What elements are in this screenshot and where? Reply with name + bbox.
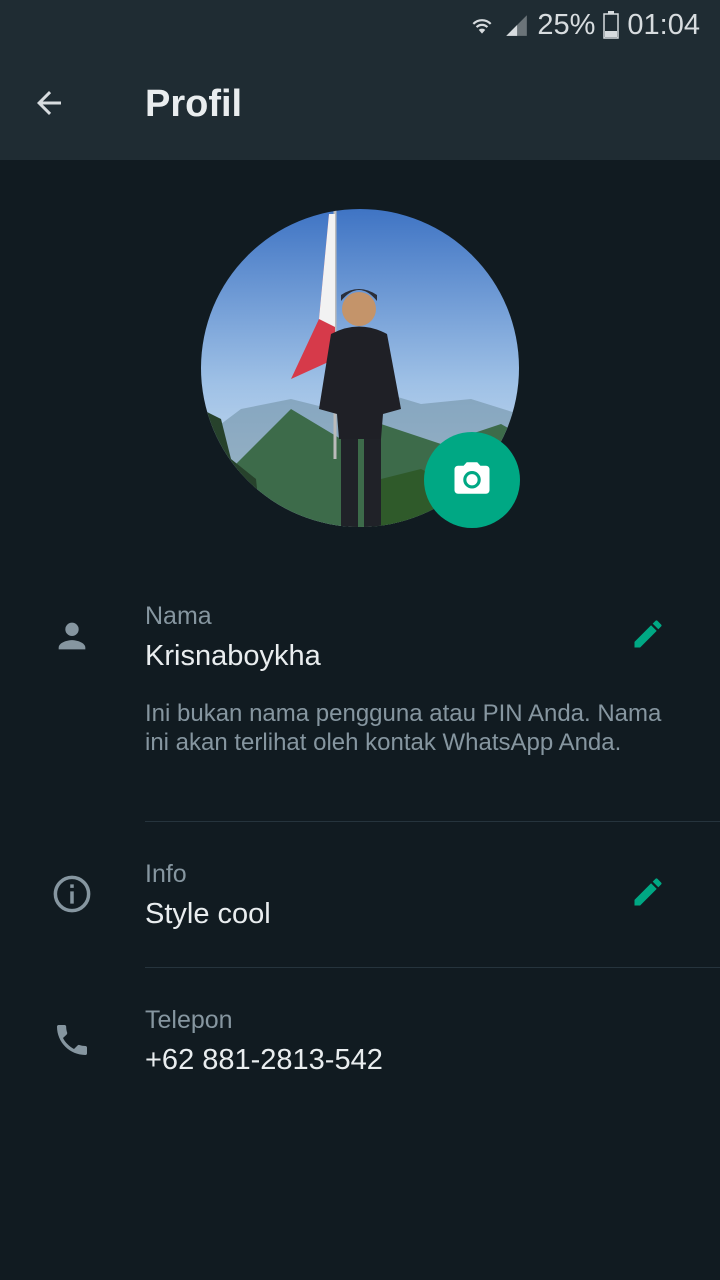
pencil-icon xyxy=(630,874,666,915)
arrow-back-icon xyxy=(31,85,67,126)
status-bar: 25% 01:04 xyxy=(0,0,720,50)
edit-name-button[interactable] xyxy=(626,614,670,658)
change-photo-button[interactable] xyxy=(424,432,520,528)
battery-text: 25% xyxy=(537,8,596,41)
person-icon xyxy=(50,614,94,658)
edit-info-button[interactable] xyxy=(626,872,670,916)
wifi-icon xyxy=(469,12,495,38)
signal-icon xyxy=(503,12,529,38)
name-label: Nama xyxy=(145,602,212,630)
divider xyxy=(145,967,720,968)
back-button[interactable] xyxy=(22,78,76,132)
info-value[interactable]: Style cool xyxy=(145,898,271,931)
name-hint: Ini bukan nama pengguna atau PIN Anda. N… xyxy=(145,700,662,756)
app-bar: Profil xyxy=(0,50,720,160)
name-value[interactable]: Krisnaboykha xyxy=(145,640,321,673)
info-label: Info xyxy=(145,860,187,888)
battery-icon xyxy=(603,11,620,39)
page-title: Profil xyxy=(145,83,243,125)
phone-icon xyxy=(50,1018,94,1062)
phone-value: +62 881-2813-542 xyxy=(145,1044,383,1076)
divider xyxy=(145,821,720,822)
pencil-icon xyxy=(630,616,666,657)
clock: 01:04 xyxy=(627,8,700,41)
info-icon xyxy=(50,872,94,916)
phone-label: Telepon xyxy=(145,1006,233,1034)
camera-icon xyxy=(451,457,493,504)
